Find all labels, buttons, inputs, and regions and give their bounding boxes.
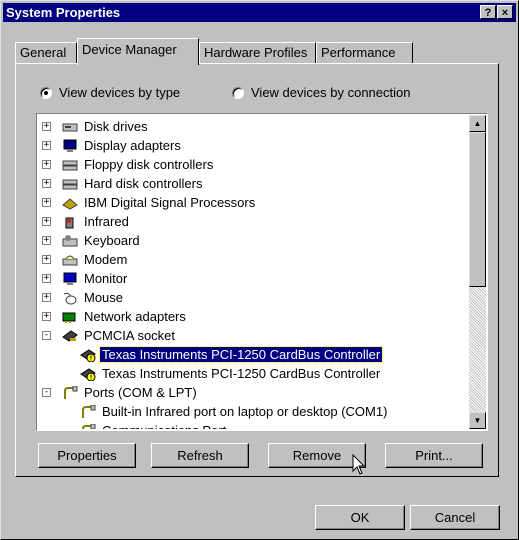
tree-row-label: Built-in Infrared port on laptop or desk… xyxy=(102,404,388,419)
tree-row[interactable]: - Ports (COM & LPT) xyxy=(42,383,199,402)
help-button[interactable]: ? xyxy=(480,5,496,19)
tree-row[interactable]: Texas Instruments PCI-1250 CardBus Contr… xyxy=(80,364,382,383)
device-tree[interactable]: + Disk drives + Display adapters + Floppy dis… xyxy=(36,113,488,431)
tree-row[interactable]: + Infrared xyxy=(42,212,131,231)
collapse-icon[interactable]: - xyxy=(42,388,51,397)
tree-row-label: Texas Instruments PCI-1250 CardBus Contr… xyxy=(102,366,381,381)
tree-row[interactable]: + IBM Digital Signal Processors xyxy=(42,193,257,212)
tree-row-label: IBM Digital Signal Processors xyxy=(84,195,256,210)
expand-icon[interactable]: + xyxy=(42,217,51,226)
close-button[interactable]: × xyxy=(497,5,513,19)
radio-view-by-connection[interactable]: View devices by connection xyxy=(232,85,410,100)
window-title: System Properties xyxy=(6,5,121,20)
tree-row[interactable]: + Disk drives xyxy=(42,117,150,136)
tree-row-label: Keyboard xyxy=(84,233,140,248)
expand-icon[interactable]: + xyxy=(42,236,51,245)
tree-row-label: Modem xyxy=(84,252,128,267)
keyboard-icon xyxy=(62,234,78,246)
radio-label: View devices by type xyxy=(59,85,181,100)
tree-row-label: PCMCIA socket xyxy=(84,328,176,343)
tree-row-label: Mouse xyxy=(84,290,124,305)
mouse-pointer-icon xyxy=(352,454,366,475)
expand-icon[interactable]: + xyxy=(42,255,51,264)
expand-icon[interactable]: + xyxy=(42,179,51,188)
monitor-icon xyxy=(63,272,77,285)
collapse-icon[interactable]: - xyxy=(42,331,51,340)
tree-row[interactable]: + Network adapters xyxy=(42,307,188,326)
tab-general[interactable]: General xyxy=(15,42,77,64)
tree-row-label: Infrared xyxy=(84,214,129,229)
expand-icon[interactable]: + xyxy=(42,198,51,207)
scroll-down-arrow-icon[interactable]: ▼ xyxy=(469,412,486,429)
expand-icon[interactable]: + xyxy=(42,312,51,321)
tab-device-manager[interactable]: Device Manager xyxy=(77,38,199,65)
expand-icon[interactable]: + xyxy=(42,274,51,283)
tab-hardware-profiles[interactable]: Hardware Profiles xyxy=(199,42,316,64)
tree-row[interactable]: Texas Instruments PCI-1250 CardBus Contr… xyxy=(80,345,384,364)
mouse-icon xyxy=(63,292,77,304)
controller-icon xyxy=(62,160,78,170)
radio-label: View devices by connection xyxy=(251,85,411,100)
tree-row[interactable]: + Monitor xyxy=(42,269,129,288)
scroll-thumb[interactable] xyxy=(469,132,486,287)
tree-row-label: Texas Instruments PCI-1250 CardBus Contr… xyxy=(98,346,384,363)
tree-row[interactable]: + Mouse xyxy=(42,288,125,307)
radio-button[interactable] xyxy=(232,86,244,99)
tree-row-label: Communications Port xyxy=(100,423,228,429)
pcmcia-icon xyxy=(62,329,78,342)
tree-row-label: Display adapters xyxy=(84,138,181,153)
port-icon xyxy=(82,404,96,418)
port-icon xyxy=(82,423,96,429)
properties-button[interactable]: Properties xyxy=(38,443,136,468)
tree-row[interactable]: Built-in Infrared port on laptop or desk… xyxy=(80,402,389,421)
expand-icon[interactable]: + xyxy=(42,293,51,302)
tree-row[interactable]: - PCMCIA socket xyxy=(42,326,177,345)
infrared-icon xyxy=(65,217,74,228)
radio-view-by-type[interactable]: View devices by type xyxy=(40,85,180,100)
modem-icon xyxy=(62,255,78,265)
ok-button[interactable]: OK xyxy=(315,505,405,530)
radio-button[interactable] xyxy=(40,86,52,99)
tree-row[interactable]: + Floppy disk controllers xyxy=(42,155,215,174)
tree-row[interactable]: Communications Port xyxy=(80,421,228,429)
warning-device-icon xyxy=(80,348,96,362)
warning-device-icon xyxy=(80,367,96,381)
title-bar: System Properties ? × xyxy=(3,3,516,22)
tree-row[interactable]: + Hard disk controllers xyxy=(42,174,205,193)
cancel-button[interactable]: Cancel xyxy=(410,505,500,530)
expand-icon[interactable]: + xyxy=(42,160,51,169)
tree-row-label: Ports (COM & LPT) xyxy=(84,385,197,400)
dsp-icon xyxy=(62,197,78,210)
device-tree-items: + Disk drives + Display adapters + Floppy dis… xyxy=(38,115,468,429)
tree-row[interactable]: + Modem xyxy=(42,250,129,269)
refresh-button[interactable]: Refresh xyxy=(151,443,249,468)
tree-row[interactable]: + Keyboard xyxy=(42,231,142,250)
disk-icon xyxy=(62,123,78,131)
tree-row-label: Disk drives xyxy=(84,119,148,134)
tree-row[interactable]: + Display adapters xyxy=(42,136,183,155)
tree-row-label: Network adapters xyxy=(84,309,186,324)
port-icon xyxy=(64,385,78,399)
expand-icon[interactable]: + xyxy=(42,122,51,131)
tab-performance[interactable]: Performance xyxy=(316,42,413,64)
network-icon xyxy=(62,312,76,323)
tree-row-label: Hard disk controllers xyxy=(84,176,203,191)
vertical-scrollbar[interactable]: ▲ ▼ xyxy=(469,115,486,429)
expand-icon[interactable]: + xyxy=(42,141,51,150)
tree-row-label: Floppy disk controllers xyxy=(84,157,214,172)
controller-icon xyxy=(62,179,78,189)
scroll-up-arrow-icon[interactable]: ▲ xyxy=(469,115,486,132)
tree-row-label: Monitor xyxy=(84,271,128,286)
display-icon xyxy=(63,139,77,152)
print-button[interactable]: Print... xyxy=(385,443,483,468)
